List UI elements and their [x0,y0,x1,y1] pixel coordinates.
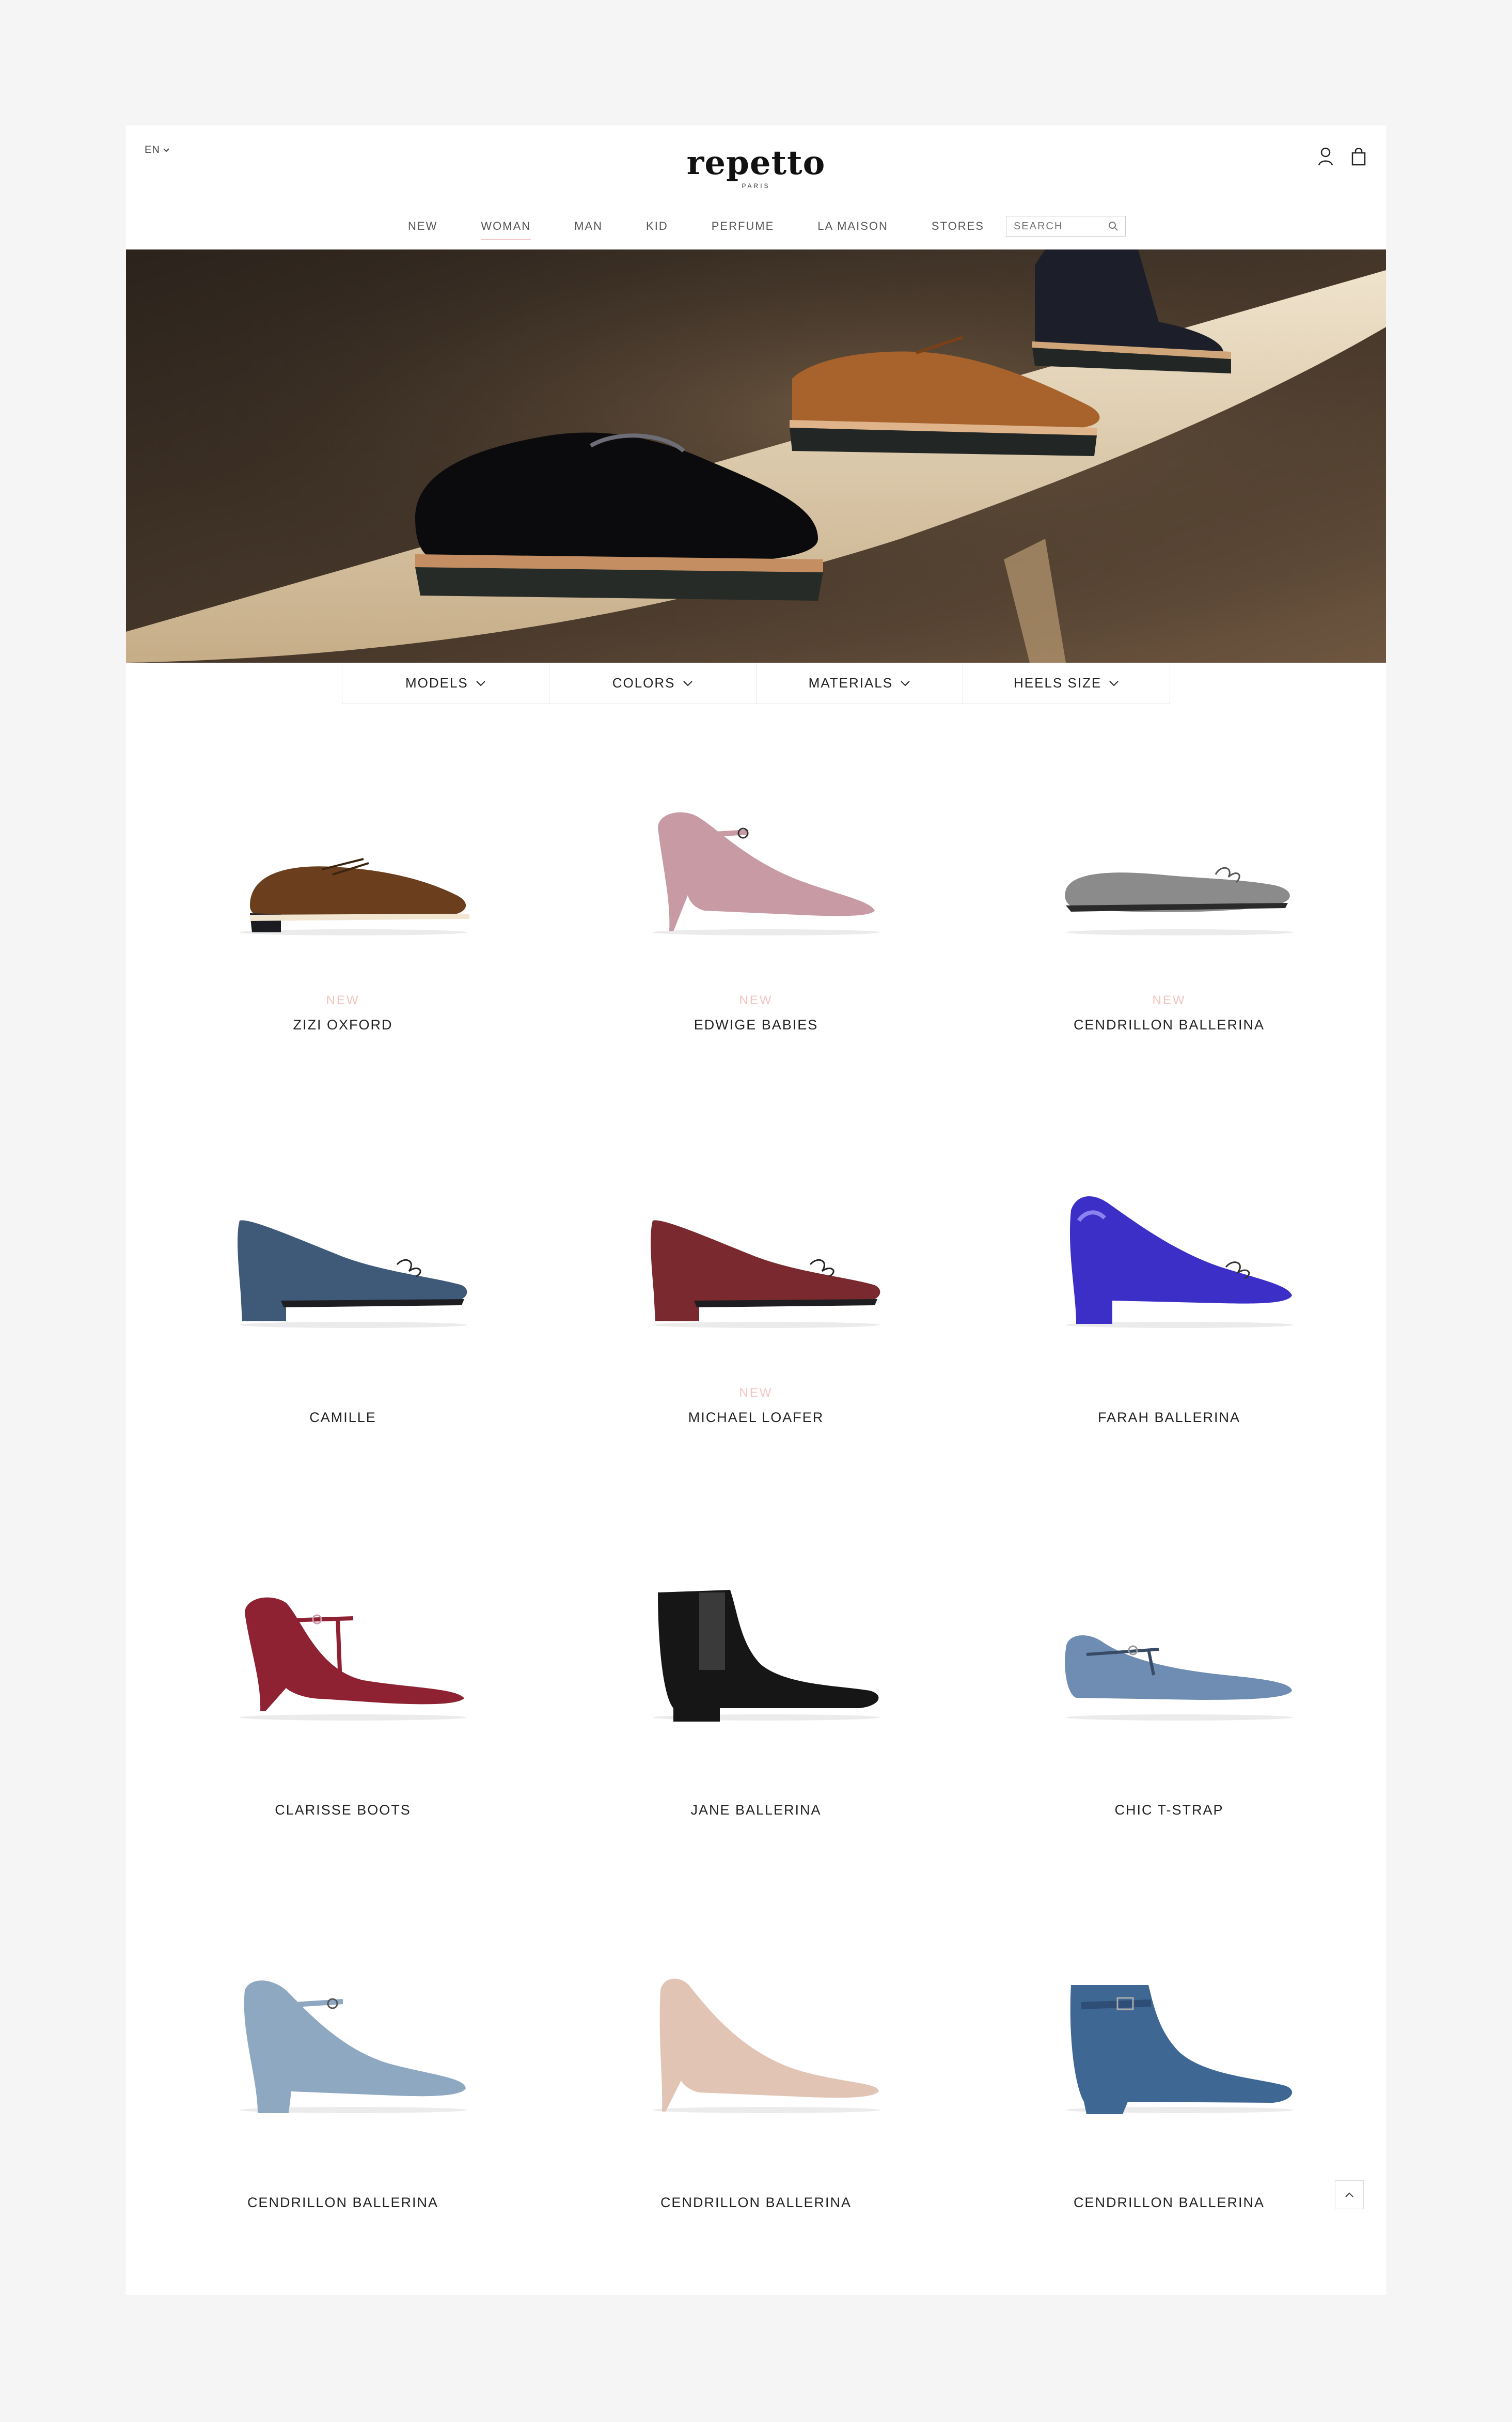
logo-wordmark: repetto [686,144,826,182]
product-card[interactable]: CENDRILLON BALLERINA [549,1902,963,2295]
chevron-down-icon [901,680,910,686]
back-to-top-button[interactable] [1335,2180,1364,2209]
product-name[interactable]: CENDRILLON BALLERINA [963,2195,1376,2211]
search-box [1005,216,1126,237]
filter-materials-label: MATERIALS [808,675,893,691]
header-icons [1317,146,1367,167]
product-card[interactable]: NEW CENDRILLON BALLERINA [963,725,1376,1117]
nav-item-woman[interactable]: WOMAN [459,220,553,240]
product-card[interactable]: CAMILLE [136,1117,549,1510]
product-card[interactable]: CENDRILLON BALLERINA [136,1902,549,2295]
nav-item-man[interactable]: MAN [553,220,624,233]
product-card[interactable]: CLARISSE BOOTS [136,1510,549,1902]
product-card[interactable]: CHIC T-STRAP [963,1510,1376,1902]
nav-item-kid[interactable]: KID [624,220,690,233]
main-nav: NEW WOMAN MAN KID PERFUME LA MAISON STOR… [126,216,1386,240]
brand-logo[interactable]: repetto PARIS [126,145,1386,190]
filter-models[interactable]: MODELS [342,663,549,704]
filter-models-label: MODELS [405,675,468,691]
product-card[interactable]: NEW EDWIGE BABIES [549,725,963,1117]
product-card[interactable]: NEW MICHAEL LOAFER [549,1117,963,1510]
product-name[interactable]: JANE BALLERINA [549,1802,963,1818]
nav-item-la-maison[interactable]: LA MAISON [796,220,910,233]
product-name[interactable]: CENDRILLON BALLERINA [549,2195,963,2211]
hero-image [126,249,1386,663]
nav-item-stores[interactable]: STORES [910,220,1006,233]
chevron-down-icon [683,680,692,686]
product-image[interactable] [642,797,890,942]
product-image[interactable] [229,1975,477,2119]
product-image[interactable] [1056,1975,1303,2119]
product-name[interactable]: CLARISSE BOOTS [136,1802,549,1818]
search-input[interactable] [1012,220,1108,233]
product-badge: NEW [326,993,360,1007]
hero-banner [126,249,1386,663]
product-image[interactable] [642,1582,890,1727]
product-card[interactable]: NEW ZIZI OXFORD [136,725,549,1117]
product-name[interactable]: CAMILLE [136,1410,549,1426]
product-card[interactable]: JANE BALLERINA [549,1510,963,1902]
filter-materials[interactable]: MATERIALS [757,663,964,704]
product-image[interactable] [642,1975,890,2119]
product-name[interactable]: CENDRILLON BALLERINA [136,2195,549,2211]
logo-subtext: PARIS [742,182,770,190]
product-image[interactable] [1056,1582,1303,1727]
filter-bar: MODELS COLORS MATERIALS HEELS SIZE [342,663,1170,704]
product-image[interactable] [1056,797,1303,942]
product-card[interactable]: FARAH BALLERINA [963,1117,1376,1510]
chevron-up-icon [1345,2192,1353,2197]
product-badge: NEW [739,1386,773,1400]
chevron-down-icon [1109,680,1119,686]
product-image[interactable] [1056,1190,1303,1334]
filter-heels-size-label: HEELS SIZE [1013,675,1102,691]
nav-item-new[interactable]: NEW [386,220,459,233]
product-card[interactable]: CENDRILLON BALLERINA [963,1902,1376,2295]
product-name[interactable]: MICHAEL LOAFER [549,1410,963,1426]
product-name[interactable]: CENDRILLON BALLERINA [963,1017,1376,1033]
page-container: EN repetto PARIS NEW WOMAN MAN KID PERFU… [126,126,1386,2295]
search-icon[interactable] [1108,221,1119,232]
product-name[interactable]: EDWIGE BABIES [549,1017,963,1033]
product-name[interactable]: FARAH BALLERINA [963,1410,1376,1426]
filter-colors[interactable]: COLORS [549,663,757,704]
filter-heels-size[interactable]: HEELS SIZE [963,663,1170,704]
product-image[interactable] [642,1190,890,1334]
product-image[interactable] [229,1582,477,1727]
nav-item-perfume[interactable]: PERFUME [690,220,796,233]
filter-colors-label: COLORS [612,675,675,691]
shopping-bag-icon[interactable] [1350,146,1367,167]
product-name[interactable]: CHIC T-STRAP [963,1802,1376,1818]
product-badge: NEW [1152,993,1186,1007]
product-badge: NEW [739,993,773,1007]
chevron-down-icon [476,680,485,686]
user-icon[interactable] [1317,146,1334,167]
product-image[interactable] [229,1190,477,1334]
product-name[interactable]: ZIZI OXFORD [136,1017,549,1033]
product-image[interactable] [229,797,477,942]
